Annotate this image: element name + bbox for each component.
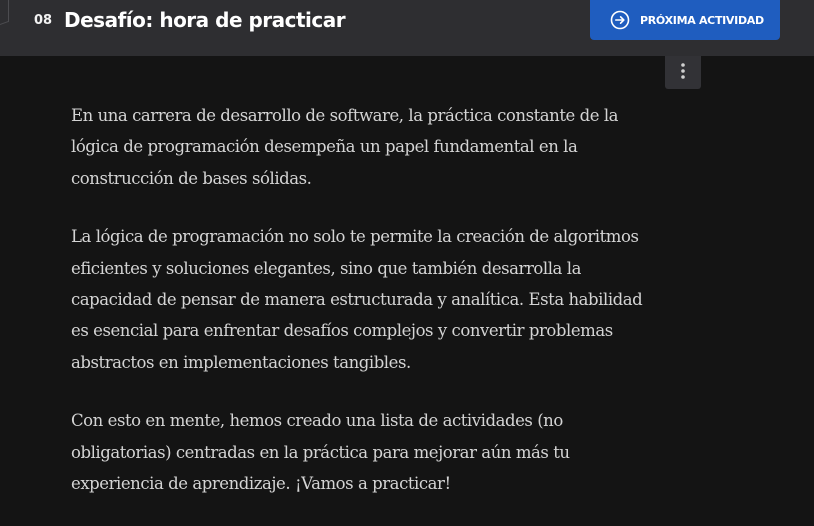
sidebar-edge	[0, 0, 9, 25]
lesson-number: 08	[34, 13, 53, 28]
lesson-title: Desafío: hora de practicar	[64, 8, 346, 32]
paragraph: En una carrera de desarrollo de software…	[71, 106, 619, 188]
next-activity-button[interactable]: PRÓXIMA ACTIVIDAD	[590, 0, 780, 40]
vertical-dots-icon	[680, 62, 686, 84]
top-bar: 08 Desafío: hora de practicar PRÓXIMA AC…	[0, 0, 814, 56]
paragraph: Con esto en mente, hemos creado una list…	[71, 411, 570, 494]
more-options-button[interactable]	[665, 56, 701, 89]
next-activity-label: PRÓXIMA ACTIVIDAD	[640, 13, 764, 27]
lesson-content: En una carrera de desarrollo de software…	[71, 100, 651, 526]
paragraph: La lógica de programación no solo te per…	[71, 227, 643, 372]
arrow-right-circle-icon	[610, 10, 630, 30]
